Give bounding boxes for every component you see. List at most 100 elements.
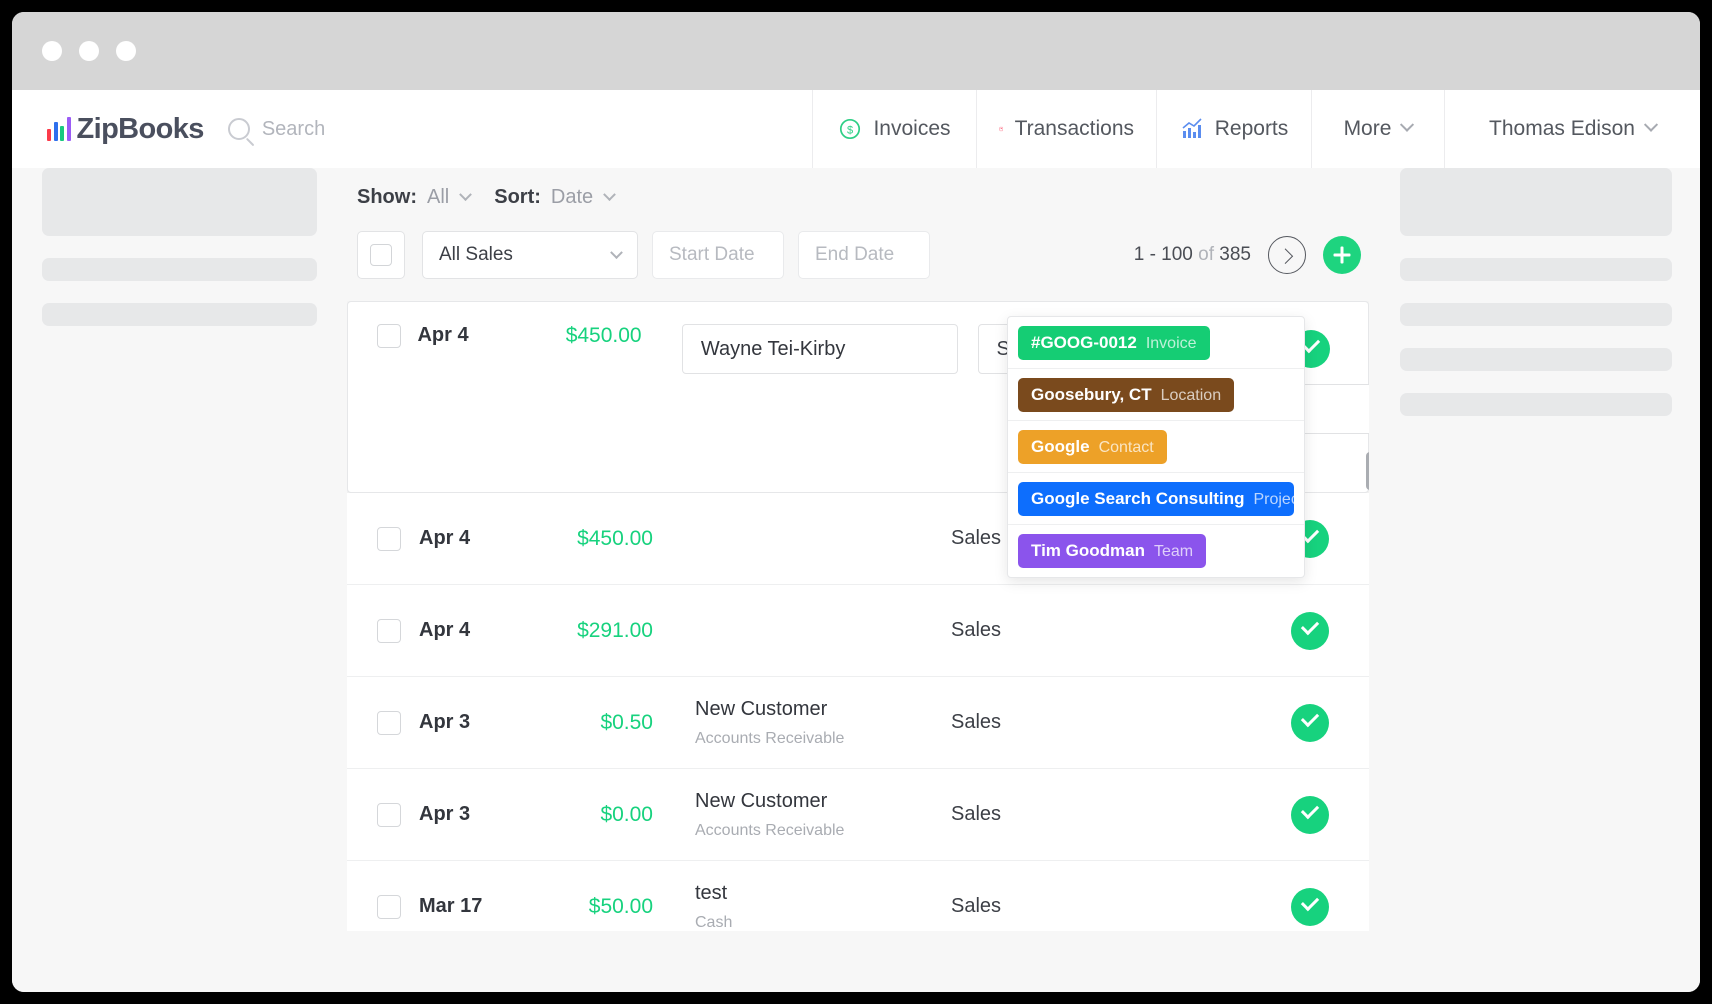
bar-chart-icon	[1182, 118, 1202, 138]
row-checkbox-cell	[347, 526, 419, 551]
row-checkbox-cell	[347, 618, 419, 643]
row-checkbox[interactable]	[377, 618, 401, 643]
nav-item-more[interactable]: More	[1311, 90, 1444, 168]
start-date-placeholder: Start Date	[669, 244, 755, 265]
row-checkbox[interactable]	[376, 324, 401, 348]
tag-kind: Invoice	[1145, 334, 1197, 352]
window-close-button[interactable]	[42, 41, 62, 61]
row-amount: $450.00	[565, 324, 642, 347]
row-description-title: New Customer	[695, 789, 828, 812]
skeleton-block	[42, 168, 317, 236]
row-status-cell	[1251, 887, 1369, 926]
main-content: Show: All Sort: Date All Sales Start Dat…	[347, 168, 1369, 931]
nav-label-more: More	[1343, 117, 1392, 140]
row-date: Apr 3	[419, 803, 471, 825]
account-select-value: All Sales	[439, 244, 513, 265]
next-page-button[interactable]	[1268, 236, 1306, 274]
row-checkbox[interactable]	[377, 710, 401, 735]
book-icon	[999, 126, 1003, 132]
nav-item-transactions[interactable]: Transactions	[976, 90, 1156, 168]
check-circle-icon[interactable]	[1291, 887, 1329, 926]
zipbooks-logo[interactable]: ZipBooks	[47, 113, 204, 146]
row-checkbox[interactable]	[377, 802, 401, 827]
show-value[interactable]: All	[427, 186, 449, 209]
nav-label-transactions: Transactions	[1014, 117, 1134, 140]
brand-name: ZipBooks	[76, 112, 205, 145]
row-date: Apr 4	[419, 619, 471, 641]
nav-item-user-menu[interactable]: Thomas Edison	[1444, 90, 1700, 168]
skeleton-line	[1400, 348, 1672, 371]
checkbox-box	[370, 244, 392, 266]
row-category: Sales	[951, 895, 1002, 917]
bar-chart-logo-icon	[47, 117, 71, 141]
select-all-checkbox[interactable]	[357, 231, 405, 279]
tag-label: #GOOG-0012	[1031, 332, 1137, 352]
edit-or-split-button[interactable]: Edit or Split	[1366, 452, 1369, 490]
search-box[interactable]	[227, 117, 522, 141]
row-action-buttons: Edit or Split Save	[1366, 452, 1369, 490]
row-description	[653, 534, 951, 543]
nav-label-reports: Reports	[1214, 117, 1289, 140]
pagination-of: of	[1198, 244, 1215, 265]
row-description: New Customer Accounts Receivable	[653, 790, 951, 840]
tag-invoice: #GOOG-0012 Invoice	[1018, 325, 1210, 360]
row-checkbox-cell	[348, 324, 417, 374]
autocomplete-item[interactable]: Google Contact	[1008, 421, 1304, 473]
row-description-sub: Accounts Receivable	[695, 729, 845, 747]
account-select[interactable]: All Sales	[422, 231, 638, 279]
start-date-input[interactable]: Start Date	[652, 231, 784, 279]
autocomplete-item[interactable]: Goosebury, CT Location	[1008, 369, 1304, 421]
add-transaction-button[interactable]	[1323, 236, 1361, 274]
row-amount: $450.00	[577, 526, 653, 550]
pagination-total: 385	[1219, 244, 1251, 265]
pagination-text: 1 - 100 of 385	[1134, 244, 1251, 266]
nav-item-invoices[interactable]: $ Invoices	[812, 90, 976, 168]
window-maximize-button[interactable]	[116, 41, 136, 61]
tag-autocomplete-dropdown[interactable]: #GOOG-0012 Invoice Goosebury, CT Locatio…	[1007, 316, 1305, 578]
row-checkbox[interactable]	[377, 894, 401, 919]
search-input[interactable]	[261, 117, 522, 141]
skeleton-line	[1400, 258, 1672, 281]
skeleton-line	[42, 303, 317, 326]
show-label: Show:	[357, 186, 417, 208]
end-date-input[interactable]: End Date	[798, 231, 930, 279]
chevron-down-icon[interactable]	[459, 188, 473, 202]
table-row[interactable]: Apr 3 $0.00 New Customer Accounts Receiv…	[347, 769, 1369, 861]
app-window: ZipBooks $ Invoices	[12, 12, 1700, 992]
row-status-cell	[1251, 611, 1369, 650]
row-status-cell	[1251, 703, 1369, 742]
skeleton-line	[1400, 303, 1672, 326]
nav-item-reports[interactable]: Reports	[1156, 90, 1311, 168]
check-circle-icon[interactable]	[1291, 703, 1329, 742]
table-row[interactable]: Apr 4 $291.00 Sales	[347, 585, 1369, 677]
row-category: Sales	[951, 803, 1002, 825]
contact-name-input[interactable]: Wayne Tei-Kirby	[681, 324, 959, 374]
chevron-down-icon[interactable]	[603, 188, 617, 202]
row-category: Sales	[951, 711, 1002, 733]
tag-label: Google	[1031, 436, 1090, 456]
tag-kind: Location	[1160, 386, 1222, 404]
check-circle-icon[interactable]	[1291, 795, 1329, 834]
show-sort-bar: Show: All Sort: Date	[347, 168, 1369, 209]
row-date: Mar 17	[419, 895, 483, 917]
window-minimize-button[interactable]	[79, 41, 99, 61]
autocomplete-item[interactable]: #GOOG-0012 Invoice	[1008, 317, 1304, 369]
sort-value[interactable]: Date	[551, 186, 593, 209]
row-checkbox[interactable]	[377, 526, 401, 551]
page-body: Show: All Sort: Date All Sales Start Dat…	[12, 168, 1700, 992]
chevron-down-icon	[1643, 117, 1659, 132]
check-circle-icon[interactable]	[1291, 611, 1329, 650]
tag-location: Goosebury, CT Location	[1018, 377, 1235, 412]
table-row[interactable]: Apr 3 $0.50 New Customer Accounts Receiv…	[347, 677, 1369, 769]
chevron-down-icon	[610, 245, 623, 259]
table-row[interactable]: Mar 17 $50.00 test Cash Sales	[347, 861, 1369, 931]
autocomplete-item[interactable]: Tim Goodman Team	[1008, 525, 1304, 577]
sort-label: Sort:	[494, 186, 541, 208]
contact-name-value: Wayne Tei-Kirby	[700, 337, 846, 360]
row-amount: $0.50	[600, 710, 653, 734]
autocomplete-item[interactable]: Google Search Consulting Project	[1008, 473, 1304, 525]
right-skeleton-column	[1400, 168, 1672, 438]
top-navigation-bar: ZipBooks $ Invoices	[12, 90, 1700, 168]
row-amount: $50.00	[588, 894, 653, 918]
end-date-placeholder: End Date	[815, 244, 895, 265]
